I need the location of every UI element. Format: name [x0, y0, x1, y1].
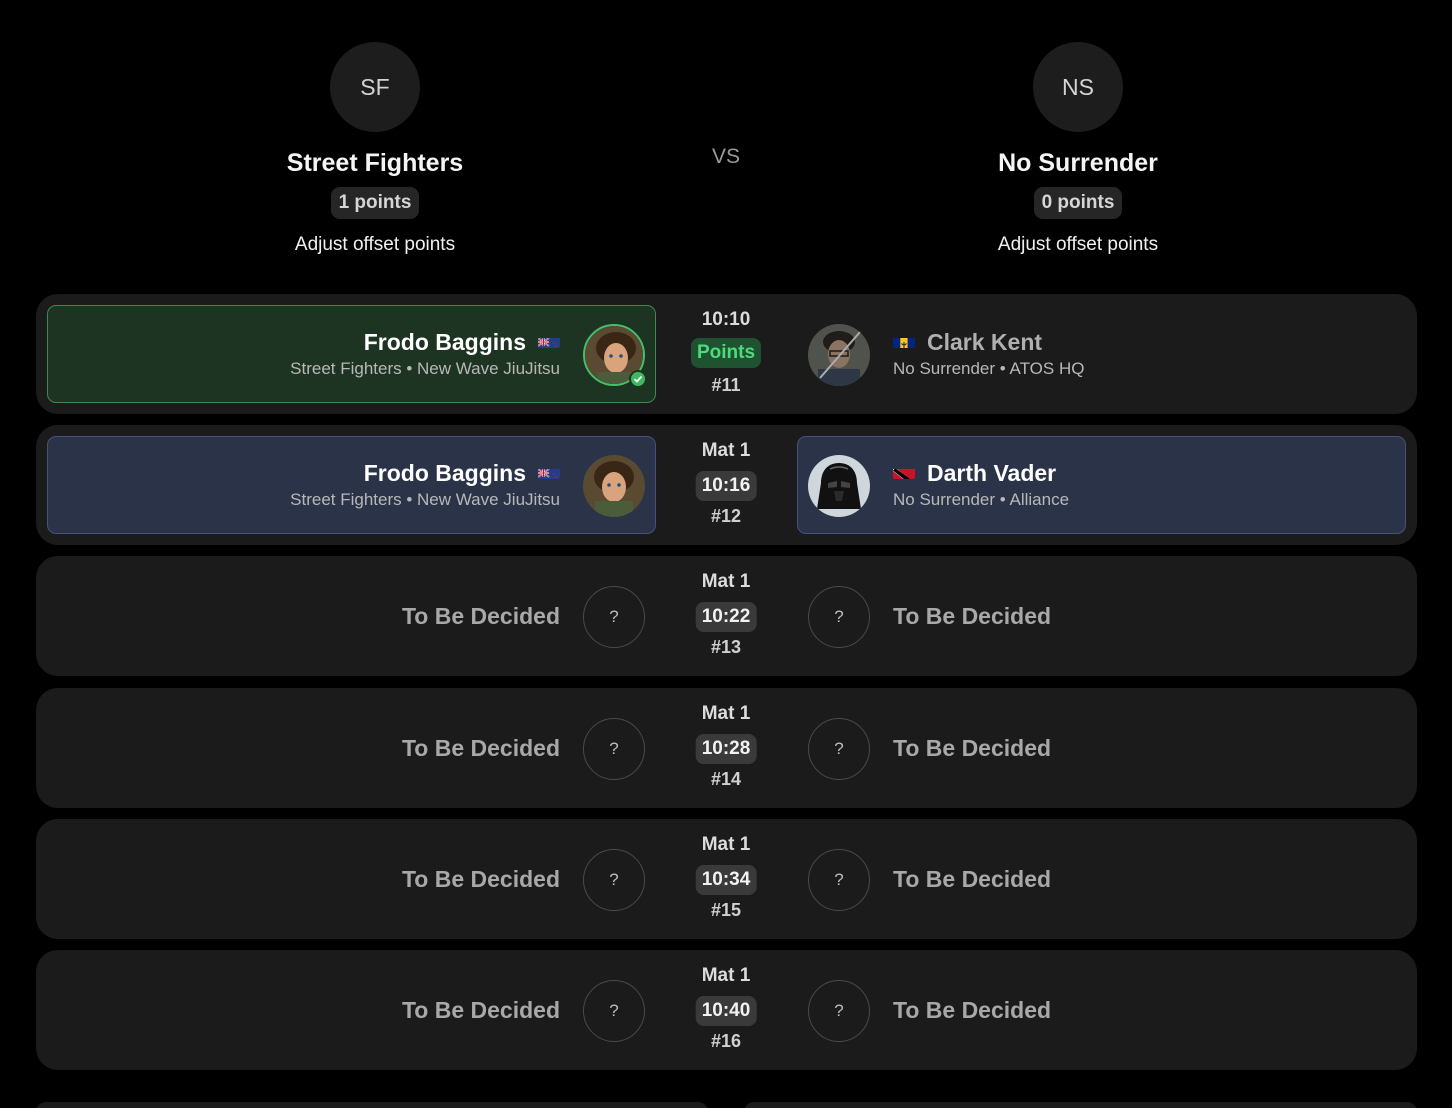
unknown-fighter-icon: ? [808, 980, 870, 1042]
fighter-name: To Be Decided [893, 603, 1052, 629]
fighter-team-academy: Street Fighters • New Wave JiuJitsu [290, 359, 560, 378]
match-row[interactable]: To Be Decided ? Mat 1 10:34 #15 ? To Be … [36, 819, 1417, 939]
winner-check-icon [629, 370, 647, 388]
match-result-badge: Points [690, 338, 762, 368]
match-fighter-left[interactable]: To Be Decided ? [47, 699, 656, 797]
match-time: 10:22 [695, 602, 757, 632]
frodo-avatar [583, 455, 645, 517]
clark-avatar [808, 324, 870, 386]
match-number: #14 [710, 769, 742, 789]
team-name-right: No Surrender [998, 149, 1158, 177]
team-right: NS No Surrender 0 points Adjust offset p… [928, 42, 1228, 257]
match-info: Mat 1 10:22 #13 [676, 556, 776, 676]
unknown-fighter-icon: ? [583, 586, 645, 648]
fighter-name: To Be Decided [893, 997, 1052, 1023]
match-row[interactable]: Frodo Baggins Street Fighters • New Wave… [36, 294, 1417, 414]
team-name-left: Street Fighters [286, 149, 464, 177]
new-zealand-flag-icon [538, 463, 560, 479]
match-fighter-right[interactable]: Clark Kent No Surrender • ATOS HQ [797, 305, 1406, 403]
fighter-name: To Be Decided [401, 866, 560, 892]
match-mat: Mat 1 [701, 440, 751, 461]
match-fighter-left[interactable]: To Be Decided ? [47, 567, 656, 665]
fighter-name: To Be Decided [893, 866, 1052, 892]
match-fighter-left[interactable]: Frodo Baggins Street Fighters • New Wave… [47, 305, 656, 403]
fighter-name: To Be Decided [401, 997, 560, 1023]
match-fighter-right[interactable]: ? To Be Decided [797, 699, 1406, 797]
fighter-name: Darth Vader [893, 459, 1056, 487]
match-info: Mat 1 10:28 #14 [676, 688, 776, 808]
match-info: 10:10 Points #11 [676, 294, 776, 414]
match-fighter-right[interactable]: Darth Vader No Surrender • Alliance [797, 436, 1406, 534]
match-number: #13 [710, 637, 742, 657]
fighter-team-academy: No Surrender • Alliance [893, 490, 1070, 509]
match-info: Mat 1 10:34 #15 [676, 819, 776, 939]
fighter-name-text: Frodo Baggins [363, 329, 526, 355]
fighter-team-academy: No Surrender • ATOS HQ [893, 359, 1085, 378]
unknown-fighter-icon: ? [583, 980, 645, 1042]
fighter-name: To Be Decided [893, 735, 1052, 761]
vs-label: VS [711, 145, 740, 168]
fighter-name: Frodo Baggins [364, 459, 560, 487]
match-fighter-left[interactable]: Frodo Baggins Street Fighters • New Wave… [47, 436, 656, 534]
match-number: #11 [711, 375, 741, 395]
unknown-fighter-icon: ? [808, 586, 870, 648]
fighter-name-text: Frodo Baggins [363, 460, 526, 486]
match-info: Mat 1 10:40 #16 [676, 950, 776, 1070]
fighter-team-academy: Street Fighters • New Wave JiuJitsu [290, 490, 560, 509]
match-fighter-right[interactable]: ? To Be Decided [797, 567, 1406, 665]
unknown-fighter-icon: ? [808, 718, 870, 780]
unknown-fighter-icon: ? [808, 849, 870, 911]
fighter-name: To Be Decided [401, 735, 560, 761]
match-fighter-left[interactable]: To Be Decided ? [47, 961, 656, 1059]
card-partial-left [36, 1102, 708, 1108]
unknown-fighter-icon: ? [583, 718, 645, 780]
team-points-left: 1 points [330, 187, 420, 219]
barbados-flag-icon [893, 332, 915, 348]
match-time: 10:34 [695, 865, 757, 895]
match-info: Mat 1 10:16 #12 [676, 425, 776, 545]
match-time: 10:40 [695, 996, 757, 1026]
match-fighter-right[interactable]: ? To Be Decided [797, 961, 1406, 1059]
match-mat: Mat 1 [701, 834, 751, 855]
match-mat: Mat 1 [701, 703, 751, 724]
vader-avatar [808, 455, 870, 517]
adjust-offset-points-right[interactable]: Adjust offset points [928, 233, 1228, 257]
fighter-name: Frodo Baggins [364, 328, 560, 356]
match-time: 10:16 [695, 471, 757, 501]
match-row[interactable]: To Be Decided ? Mat 1 10:22 #13 ? To Be … [36, 556, 1417, 676]
match-number: #16 [710, 1031, 742, 1051]
fighter-name: Clark Kent [893, 328, 1042, 356]
team-avatar-right[interactable]: NS [1033, 42, 1123, 132]
match-fighter-left[interactable]: To Be Decided ? [47, 830, 656, 928]
team-left: SF Street Fighters 1 points Adjust offse… [225, 42, 525, 257]
match-number: #15 [710, 900, 742, 920]
fighter-name-text: Darth Vader [927, 460, 1057, 486]
fighter-name: To Be Decided [401, 603, 560, 629]
match-row[interactable]: To Be Decided ? Mat 1 10:28 #14 ? To Be … [36, 688, 1417, 808]
match-time: 10:28 [695, 734, 757, 764]
match-row[interactable]: Frodo Baggins Street Fighters • New Wave… [36, 425, 1417, 545]
trinidad-and-tobago-flag-icon [893, 463, 915, 479]
new-zealand-flag-icon [538, 332, 560, 348]
card-partial-right [744, 1102, 1417, 1108]
match-mat: Mat 1 [701, 965, 751, 986]
team-points-right: 0 points [1033, 187, 1123, 219]
fighter-name-text: Clark Kent [927, 329, 1043, 355]
match-fighter-right[interactable]: ? To Be Decided [797, 830, 1406, 928]
match-time: 10:10 [701, 309, 751, 330]
unknown-fighter-icon: ? [583, 849, 645, 911]
match-number: #12 [710, 506, 742, 526]
team-avatar-left[interactable]: SF [330, 42, 420, 132]
match-mat: Mat 1 [701, 571, 751, 592]
adjust-offset-points-left[interactable]: Adjust offset points [225, 233, 525, 257]
match-row[interactable]: To Be Decided ? Mat 1 10:40 #16 ? To Be … [36, 950, 1417, 1070]
